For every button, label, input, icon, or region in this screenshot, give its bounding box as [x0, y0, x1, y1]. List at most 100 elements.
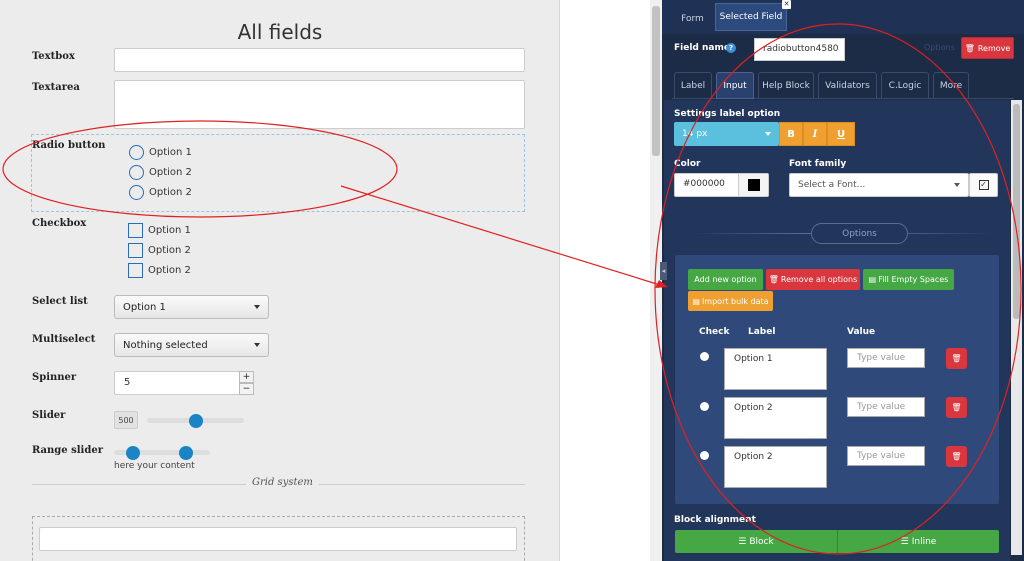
- panel-collapse-handle[interactable]: ◂: [660, 262, 667, 280]
- import-bulk-label: Import bulk data: [701, 296, 769, 306]
- checkbox-label: Checkbox: [32, 218, 87, 229]
- options-section-title: Options: [811, 223, 908, 244]
- subtab-c-logic[interactable]: C.Logic: [881, 72, 929, 99]
- form-preview: All fields Textbox Textarea Radio button…: [0, 0, 560, 561]
- multiselect[interactable]: Nothing selected: [114, 333, 269, 357]
- option-label-input[interactable]: Option 1: [724, 348, 827, 390]
- checkbox-square[interactable]: [128, 263, 143, 278]
- radio-option-label: Option 1: [149, 147, 192, 158]
- checkbox-option-label: Option 2: [148, 245, 191, 256]
- inline-button-label: Inline: [911, 536, 937, 547]
- tab-form[interactable]: Form: [674, 7, 711, 30]
- fill-icon: ▤: [868, 275, 877, 284]
- multiselect-label: Multiselect: [32, 334, 96, 345]
- select-value: Option 1: [123, 301, 166, 313]
- font-size-value: 14 px: [682, 129, 708, 139]
- select-label: Select list: [32, 296, 88, 307]
- trash-icon: 🗑: [951, 452, 962, 461]
- import-bulk-data-button[interactable]: ▤ Import bulk data: [688, 291, 773, 311]
- align-inline-icon: ☰: [900, 536, 909, 547]
- slider-value-badge: 500: [114, 411, 138, 429]
- add-option-button[interactable]: Add new option: [688, 269, 763, 290]
- checkbox-option[interactable]: Option 2: [128, 263, 191, 278]
- range-slider-handle-min[interactable]: [126, 446, 141, 460]
- trash-icon: 🗑: [951, 354, 962, 363]
- font-size-select[interactable]: 14 px: [674, 122, 779, 146]
- grid-textbox[interactable]: [39, 527, 517, 551]
- radio-circle[interactable]: [129, 145, 144, 160]
- align-block-icon: ☰: [738, 536, 747, 547]
- checkbox-square[interactable]: [128, 243, 143, 258]
- subtab-input[interactable]: Input: [716, 72, 754, 99]
- underline-button[interactable]: U: [827, 122, 855, 146]
- field-name-label: Field name: [674, 43, 730, 53]
- font-family-label: Font family: [789, 159, 847, 169]
- option-check-radio[interactable]: [700, 451, 709, 460]
- slider-handle[interactable]: [188, 414, 203, 428]
- multiselect-value: Nothing selected: [123, 339, 208, 351]
- color-picker-button[interactable]: [738, 174, 768, 196]
- radio-circle[interactable]: [129, 185, 144, 200]
- range-slider-label: Range slider: [32, 445, 103, 456]
- radio-circle[interactable]: [129, 165, 144, 180]
- subtab-label[interactable]: Label: [674, 72, 712, 99]
- option-value-input[interactable]: Type value: [847, 397, 925, 417]
- checkbox-option[interactable]: Option 1: [128, 223, 191, 238]
- options-hint: Options: [924, 43, 955, 52]
- remove-button-label: Remove: [977, 43, 1011, 53]
- page-scrollbar[interactable]: [650, 0, 662, 561]
- option-value-input[interactable]: Type value: [847, 446, 925, 466]
- select-list[interactable]: Option 1: [114, 295, 269, 319]
- textbox-input[interactable]: [114, 48, 525, 72]
- col-label-header: Label: [748, 327, 776, 337]
- option-check-radio[interactable]: [700, 402, 709, 411]
- option-check-radio[interactable]: [700, 352, 709, 361]
- check-icon: ✓: [978, 180, 989, 190]
- range-help-text: here your content: [114, 461, 195, 471]
- subtab-validators[interactable]: Validators: [818, 72, 877, 99]
- block-button-label: Block: [749, 536, 774, 547]
- radio-option-label: Option 2: [149, 167, 192, 178]
- spinner-input[interactable]: 5: [114, 371, 254, 395]
- delete-option-button[interactable]: 🗑: [946, 348, 967, 369]
- radio-option[interactable]: Option 2: [129, 165, 192, 180]
- chevron-down-icon: [954, 183, 960, 187]
- page-scrollbar-thumb[interactable]: [652, 6, 660, 156]
- close-icon[interactable]: ✕: [782, 0, 791, 9]
- col-check-header: Check: [699, 327, 730, 337]
- remove-button[interactable]: 🗑 Remove: [961, 37, 1014, 59]
- range-slider-handle-max[interactable]: [179, 446, 193, 460]
- font-family-placeholder: Select a Font...: [798, 180, 866, 190]
- apply-font-button[interactable]: ✓: [969, 173, 998, 197]
- radio-option[interactable]: Option 1: [129, 145, 192, 160]
- panel-scrollbar-thumb[interactable]: [1013, 104, 1020, 319]
- subtab-help-block[interactable]: Help Block: [758, 72, 814, 99]
- textarea-input[interactable]: [114, 80, 525, 129]
- italic-button[interactable]: I: [803, 122, 827, 146]
- fill-empty-label: Fill Empty Spaces: [878, 275, 949, 284]
- chevron-down-icon: [254, 305, 260, 309]
- option-label-input[interactable]: Option 2: [724, 446, 827, 488]
- subtab-more[interactable]: More: [933, 72, 969, 99]
- radio-option-label: Option 2: [149, 187, 192, 198]
- option-label-input[interactable]: Option 2: [724, 397, 827, 439]
- bold-button[interactable]: B: [779, 122, 803, 146]
- checkbox-option[interactable]: Option 2: [128, 243, 191, 258]
- option-value-input[interactable]: Type value: [847, 348, 925, 368]
- delete-option-button[interactable]: 🗑: [946, 446, 967, 467]
- remove-all-options-button[interactable]: 🗑 Remove all options: [766, 269, 860, 290]
- delete-option-button[interactable]: 🗑: [946, 397, 967, 418]
- radio-option[interactable]: Option 2: [129, 185, 192, 200]
- fill-empty-spaces-button[interactable]: ▤ Fill Empty Spaces: [863, 269, 954, 290]
- checkbox-option-label: Option 2: [148, 265, 191, 276]
- checkbox-square[interactable]: [128, 223, 143, 238]
- spinner-decrement-button[interactable]: −: [239, 383, 254, 395]
- block-alignment-button[interactable]: ☰ Block: [675, 530, 837, 553]
- inline-alignment-button[interactable]: ☰ Inline: [837, 530, 999, 553]
- field-name-input[interactable]: radiobutton4580: [754, 38, 845, 61]
- info-icon[interactable]: ?: [726, 43, 736, 53]
- font-family-select[interactable]: Select a Font...: [789, 173, 969, 197]
- tab-selected-field[interactable]: Selected Field: [715, 3, 787, 31]
- spinner-increment-button[interactable]: +: [239, 371, 254, 383]
- panel-scrollbar[interactable]: [1011, 100, 1022, 555]
